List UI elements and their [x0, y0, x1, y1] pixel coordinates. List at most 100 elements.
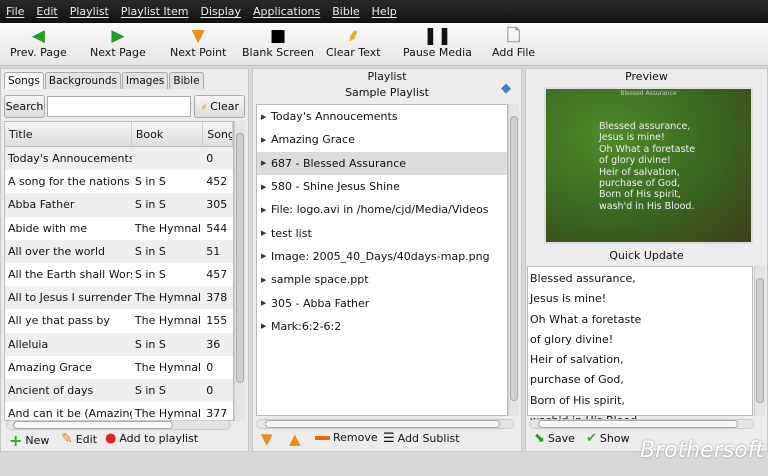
expander-icon[interactable]: ▶ [261, 252, 271, 260]
playlist-item[interactable]: ▶ Amazing Grace [257, 128, 507, 151]
songs-panel: Songs Backgrounds Images Bible Search ⸙ C… [0, 68, 249, 452]
minus-icon [315, 435, 330, 440]
table-row[interactable]: Today's Annoucements 0 [5, 147, 233, 171]
playlist-item[interactable]: ▶ 305 - Abba Father [257, 291, 507, 314]
playlist-item-label: File: logo.avi in /home/cjd/Media/Videos [271, 203, 489, 217]
table-row[interactable]: A song for the nations S in S 452 [5, 170, 233, 193]
songs-vertical-scrollbar[interactable] [234, 121, 245, 421]
new-button[interactable]: + New [9, 431, 49, 450]
tab-backgrounds[interactable]: Backgrounds [44, 72, 122, 89]
column-song[interactable]: Song [203, 122, 233, 146]
search-input[interactable] [47, 96, 191, 117]
playlist-item[interactable]: ▶ sample space.ppt [257, 268, 507, 291]
expander-icon[interactable]: ▶ [261, 299, 271, 307]
table-row[interactable]: All to Jesus I surrender The Hymnal 378 [5, 286, 233, 310]
blank-screen-button[interactable]: ■ Blank Screen [242, 26, 314, 59]
menu-applications[interactable]: Applications [253, 5, 320, 18]
new-label: New [25, 434, 50, 447]
add-sublist-label: Add Sublist [397, 432, 460, 445]
playlist-horizontal-scrollbar[interactable] [256, 419, 514, 429]
column-book[interactable]: Book [132, 122, 204, 146]
songs-horizontal-scrollbar[interactable] [6, 420, 231, 430]
menu-playlist[interactable]: Playlist [70, 5, 109, 18]
clear-text-button[interactable]: ⸙ Clear Text [326, 26, 381, 59]
pause-media-button[interactable]: ❚❚ Pause Media [403, 26, 472, 59]
menu-edit[interactable]: Edit [36, 5, 57, 18]
cell-book: S in S [134, 383, 166, 397]
cell-book: S in S [134, 244, 166, 258]
clear-label: Clear [210, 100, 240, 113]
table-row[interactable]: Abba Father S in S 305 [5, 193, 233, 217]
menu-display[interactable]: Display [200, 5, 241, 18]
playlist-item[interactable]: ▶ Image: 2005_40_Days/40days-map.png [257, 245, 507, 268]
tab-images[interactable]: Images [122, 72, 169, 89]
playlist-item-label: 305 - Abba Father [271, 296, 370, 310]
table-row[interactable]: Amazing Grace The Hymnal 0 [5, 356, 233, 379]
add-to-playlist-button[interactable]: ● Add to playlist [105, 431, 198, 446]
clear-button[interactable]: ⸙ Clear [194, 95, 245, 118]
table-row[interactable]: Alleluia S in S 36 [5, 332, 233, 356]
cell-song: 457 [206, 268, 228, 282]
next-page-button[interactable]: ▶ Next Page [90, 26, 146, 59]
playlist-item[interactable]: ▶ Today's Annoucements [257, 105, 507, 128]
prev-page-button[interactable]: ◀ Prev. Page [10, 26, 67, 59]
move-down-icon[interactable]: ▼ [261, 430, 273, 448]
playlist-item[interactable]: ▶ File: logo.avi in /home/cjd/Media/Video… [257, 198, 507, 221]
playlist-heading: Playlist [367, 70, 407, 83]
playlist-nav-icon[interactable]: ◆ [501, 81, 511, 96]
expander-icon[interactable]: ▶ [261, 276, 271, 284]
slide-line: Oh What a foretaste [599, 143, 696, 155]
table-header: Title Book Song [5, 122, 233, 147]
cell-song: 36 [206, 337, 221, 351]
menu-playlist-item[interactable]: Playlist Item [121, 5, 189, 18]
add-sublist-button[interactable]: ☰ Add Sublist [383, 431, 460, 446]
quick-update-textarea[interactable]: Blessed assurance, Jesus is mine! Oh What … [527, 266, 753, 427]
expander-icon[interactable]: ▶ [261, 183, 271, 191]
table-row[interactable]: All ye that pass by The Hymnal 155 [5, 309, 233, 332]
arrow-left-icon: ◀ [31, 26, 45, 46]
cell-song: 544 [206, 221, 228, 235]
broom-icon: ⸙ [346, 26, 360, 46]
table-row[interactable]: Ancient of days S in S 0 [5, 378, 233, 403]
playlist-item[interactable]: ▶ Mark:6:2-6:2 [257, 315, 507, 338]
quick-update-line: Heir of salvation, [530, 353, 624, 367]
playlist-vertical-scrollbar[interactable] [508, 104, 519, 416]
column-title[interactable]: Title [5, 122, 132, 146]
preview-slide: Blessed Assurance Blessed assurance, Jesu… [544, 87, 753, 244]
show-label: Show [599, 432, 630, 445]
slide-line: of glory divine! [599, 155, 671, 167]
next-point-button[interactable]: ▼ Next Point [170, 26, 226, 59]
table-row[interactable]: And can it be (Amazing Love)The Hymnal 37… [5, 402, 233, 420]
tab-songs[interactable]: Songs [4, 72, 44, 89]
expander-icon[interactable]: ▶ [261, 113, 271, 121]
expander-icon[interactable]: ▶ [261, 159, 271, 167]
edit-button[interactable]: ✎ Edit [61, 431, 97, 447]
menu-bible[interactable]: Bible [332, 5, 359, 18]
expander-icon[interactable]: ▶ [261, 229, 271, 237]
expander-icon[interactable]: ▶ [261, 322, 271, 330]
show-button[interactable]: ✔ Show [586, 431, 630, 446]
move-up-icon[interactable]: ▲ [289, 430, 301, 448]
table-row[interactable]: All the Earth shall WorshipS in S 457 [5, 263, 233, 286]
quick-update-horizontal-scrollbar[interactable] [529, 419, 754, 429]
playlist-item[interactable]: ▶ 687 - Blessed Assurance [257, 151, 507, 175]
menu-file[interactable]: File [6, 5, 24, 18]
expander-icon[interactable]: ▶ [261, 136, 271, 144]
expander-icon[interactable]: ▶ [261, 206, 271, 214]
playlist-item[interactable]: ▶ 580 - Shine Jesus Shine [257, 175, 507, 198]
tab-bible[interactable]: Bible [169, 72, 204, 89]
playlist-item[interactable]: ▶ test list [257, 221, 507, 244]
remove-button[interactable]: Remove [315, 431, 378, 444]
table-row[interactable]: Abide with me The Hymnal 544 [5, 217, 233, 240]
add-file-button[interactable]: 🗋 Add File [492, 26, 535, 59]
search-button[interactable]: Search [4, 95, 45, 118]
table-row[interactable]: All over the world S in S 51 [5, 239, 233, 263]
cell-book: S in S [134, 175, 166, 189]
add-to-playlist-label: Add to playlist [119, 432, 199, 445]
quick-update-vertical-scrollbar[interactable] [754, 266, 765, 416]
cell-title: All the Earth shall Worship [8, 268, 132, 282]
cell-title: All ye that pass by [8, 314, 110, 328]
cell-song: 452 [206, 175, 228, 189]
save-button[interactable]: ⬊ Save [534, 431, 575, 446]
menu-help[interactable]: Help [372, 5, 397, 18]
